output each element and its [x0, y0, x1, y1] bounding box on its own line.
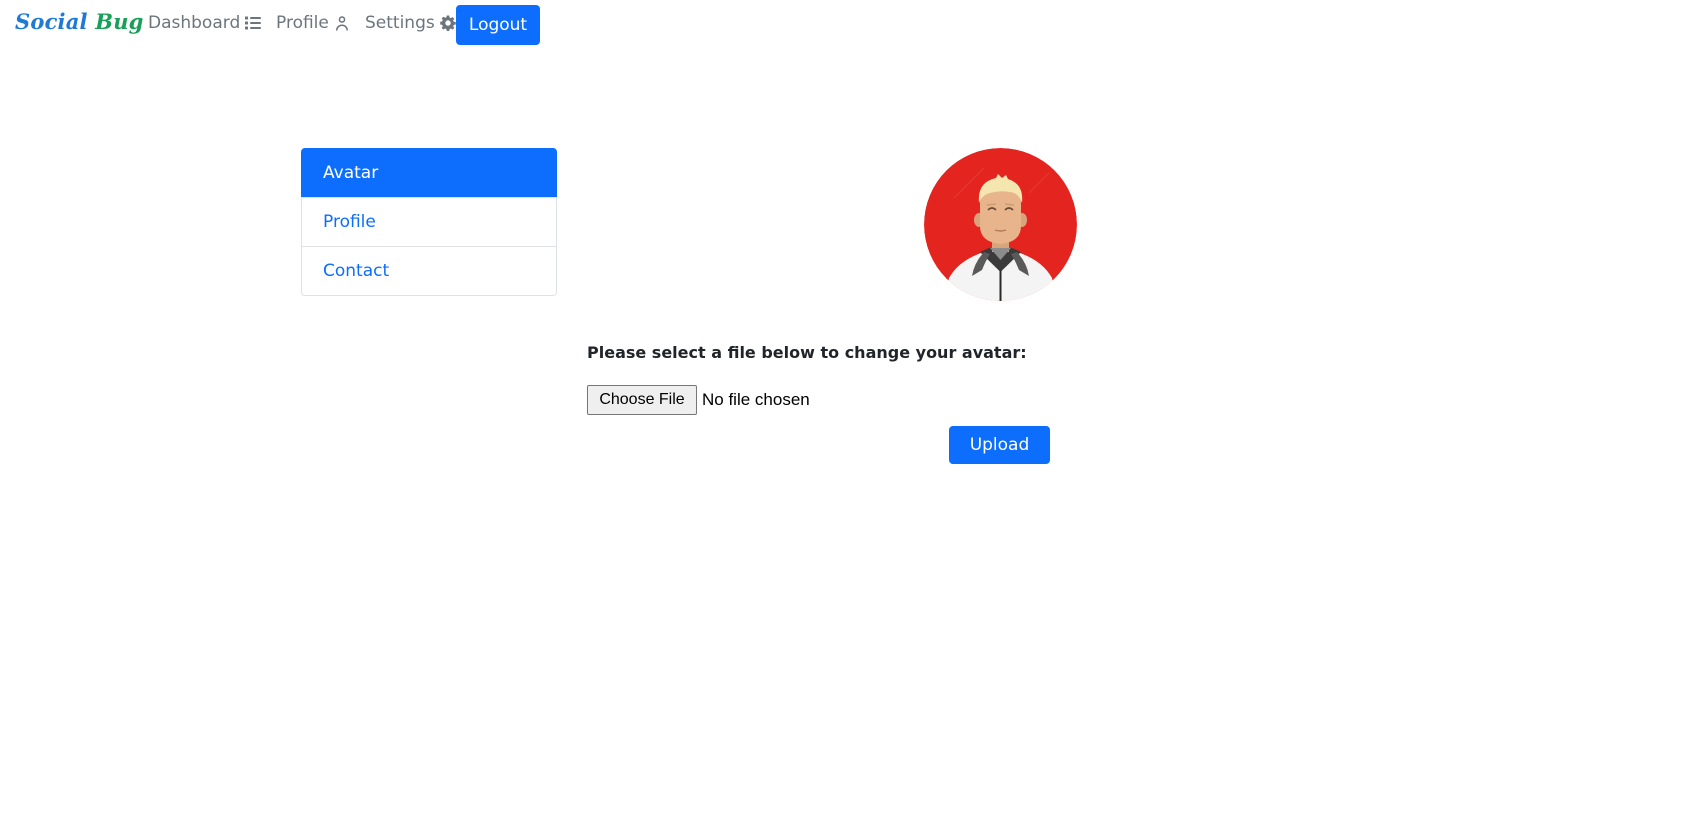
- upload-button[interactable]: Upload: [949, 426, 1050, 464]
- user-icon: [335, 16, 348, 31]
- file-status-text: No file chosen: [702, 390, 810, 409]
- nav-dashboard-label: Dashboard: [148, 13, 241, 33]
- brand-word-bug: Bug: [95, 9, 144, 34]
- top-navbar: Social Bug Dashboard Profile Settings Lo…: [0, 0, 1681, 48]
- user-avatar-image: [924, 148, 1077, 301]
- settings-sidebar: Avatar Profile Contact: [301, 148, 557, 296]
- sidebar-item-profile[interactable]: Profile: [301, 197, 557, 247]
- nav-settings-link[interactable]: Settings: [365, 13, 456, 33]
- logout-button[interactable]: Logout: [456, 5, 540, 45]
- brand-logo[interactable]: Social Bug: [15, 9, 144, 34]
- avatar-file-input[interactable]: Choose File No file chosen: [587, 385, 810, 415]
- sidebar-item-avatar[interactable]: Avatar: [301, 148, 557, 198]
- nav-profile-link[interactable]: Profile: [276, 13, 350, 33]
- brand-word-social: Social: [15, 9, 88, 34]
- avatar-upload-prompt: Please select a file below to change you…: [587, 343, 1027, 362]
- nav-dashboard-link[interactable]: Dashboard: [148, 13, 262, 33]
- list-icon: [245, 16, 262, 30]
- nav-profile-label: Profile: [276, 13, 329, 33]
- sidebar-item-contact[interactable]: Contact: [301, 246, 557, 296]
- choose-file-button[interactable]: Choose File: [587, 385, 697, 415]
- nav-settings-label: Settings: [365, 13, 435, 33]
- gear-icon: [439, 15, 456, 31]
